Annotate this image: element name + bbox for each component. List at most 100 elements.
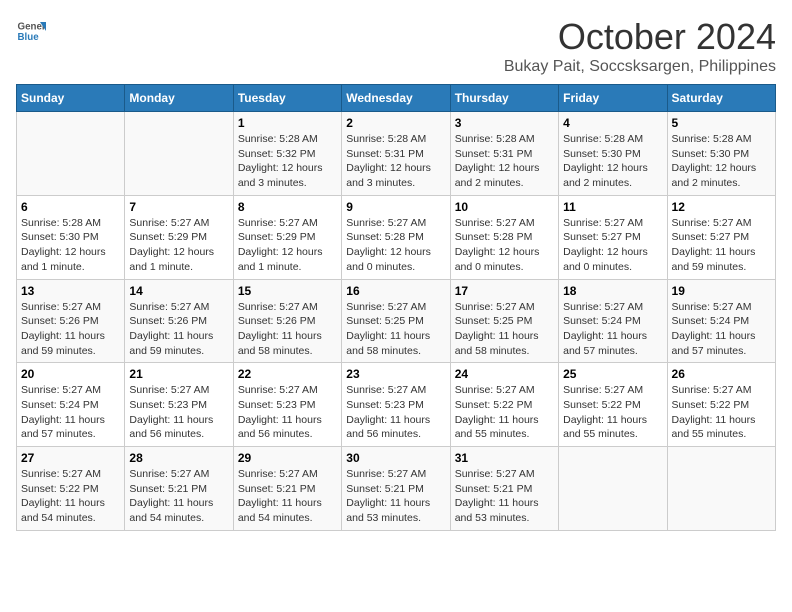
day-number: 29 (238, 451, 337, 465)
day-detail: Sunrise: 5:27 AM Sunset: 5:24 PM Dayligh… (21, 383, 120, 442)
calendar-cell: 21 Sunrise: 5:27 AM Sunset: 5:23 PM Dayli… (125, 363, 233, 447)
svg-text:Blue: Blue (18, 32, 40, 43)
calendar-cell: 17 Sunrise: 5:27 AM Sunset: 5:25 PM Dayli… (450, 279, 558, 363)
day-detail: Sunrise: 5:27 AM Sunset: 5:25 PM Dayligh… (346, 300, 445, 359)
calendar-cell: 27Sunrise: 5:27 AM Sunset: 5:22 PM Dayli… (17, 447, 125, 531)
calendar-cell: 26Sunrise: 5:27 AM Sunset: 5:22 PM Dayli… (667, 363, 775, 447)
day-detail: Sunrise: 5:27 AM Sunset: 5:21 PM Dayligh… (238, 467, 337, 526)
day-detail: Sunrise: 5:27 AM Sunset: 5:21 PM Dayligh… (346, 467, 445, 526)
day-detail: Sunrise: 5:27 AM Sunset: 5:28 PM Dayligh… (346, 216, 445, 275)
calendar-week-row: 27Sunrise: 5:27 AM Sunset: 5:22 PM Dayli… (17, 447, 776, 531)
day-number: 11 (563, 200, 662, 214)
calendar-cell: 3 Sunrise: 5:28 AM Sunset: 5:31 PM Daylig… (450, 112, 558, 196)
calendar-cell (559, 447, 667, 531)
day-detail: Sunrise: 5:27 AM Sunset: 5:27 PM Dayligh… (563, 216, 662, 275)
day-detail: Sunrise: 5:27 AM Sunset: 5:23 PM Dayligh… (346, 383, 445, 442)
day-detail: Sunrise: 5:27 AM Sunset: 5:26 PM Dayligh… (21, 300, 120, 359)
day-number: 31 (455, 451, 554, 465)
weekday-header-row: SundayMondayTuesdayWednesdayThursdayFrid… (17, 85, 776, 112)
logo: General Blue (16, 16, 46, 46)
logo-icon: General Blue (16, 16, 46, 46)
calendar-cell (17, 112, 125, 196)
day-number: 15 (238, 284, 337, 298)
day-detail: Sunrise: 5:27 AM Sunset: 5:25 PM Dayligh… (455, 300, 554, 359)
calendar-cell: 31Sunrise: 5:27 AM Sunset: 5:21 PM Dayli… (450, 447, 558, 531)
day-number: 13 (21, 284, 120, 298)
calendar-cell: 29 Sunrise: 5:27 AM Sunset: 5:21 PM Dayli… (233, 447, 341, 531)
weekday-header: Wednesday (342, 85, 450, 112)
weekday-header: Thursday (450, 85, 558, 112)
day-number: 17 (455, 284, 554, 298)
day-detail: Sunrise: 5:27 AM Sunset: 5:29 PM Dayligh… (238, 216, 337, 275)
calendar-week-row: 20 Sunrise: 5:27 AM Sunset: 5:24 PM Dayli… (17, 363, 776, 447)
day-number: 7 (129, 200, 228, 214)
calendar-table: SundayMondayTuesdayWednesdayThursdayFrid… (16, 84, 776, 531)
day-detail: Sunrise: 5:27 AM Sunset: 5:26 PM Dayligh… (238, 300, 337, 359)
day-detail: Sunrise: 5:28 AM Sunset: 5:30 PM Dayligh… (563, 132, 662, 191)
day-number: 21 (129, 367, 228, 381)
calendar-cell: 1 Sunrise: 5:28 AM Sunset: 5:32 PM Daylig… (233, 112, 341, 196)
calendar-cell: 22 Sunrise: 5:27 AM Sunset: 5:23 PM Dayli… (233, 363, 341, 447)
day-detail: Sunrise: 5:27 AM Sunset: 5:23 PM Dayligh… (129, 383, 228, 442)
day-number: 30 (346, 451, 445, 465)
day-detail: Sunrise: 5:27 AM Sunset: 5:24 PM Dayligh… (563, 300, 662, 359)
calendar-cell: 20 Sunrise: 5:27 AM Sunset: 5:24 PM Dayli… (17, 363, 125, 447)
day-number: 9 (346, 200, 445, 214)
day-number: 1 (238, 116, 337, 130)
day-detail: Sunrise: 5:28 AM Sunset: 5:30 PM Dayligh… (672, 132, 771, 191)
day-detail: Sunrise: 5:28 AM Sunset: 5:30 PM Dayligh… (21, 216, 120, 275)
day-number: 27 (21, 451, 120, 465)
weekday-header: Saturday (667, 85, 775, 112)
calendar-cell: 30 Sunrise: 5:27 AM Sunset: 5:21 PM Dayli… (342, 447, 450, 531)
weekday-header: Friday (559, 85, 667, 112)
day-number: 12 (672, 200, 771, 214)
day-number: 28 (129, 451, 228, 465)
calendar-cell: 8Sunrise: 5:27 AM Sunset: 5:29 PM Daylig… (233, 195, 341, 279)
calendar-cell: 13 Sunrise: 5:27 AM Sunset: 5:26 PM Dayli… (17, 279, 125, 363)
location-title: Bukay Pait, Soccsksargen, Philippines (504, 58, 776, 76)
day-number: 16 (346, 284, 445, 298)
calendar-week-row: 6 Sunrise: 5:28 AM Sunset: 5:30 PM Daylig… (17, 195, 776, 279)
day-number: 23 (346, 367, 445, 381)
day-number: 18 (563, 284, 662, 298)
calendar-cell: 15 Sunrise: 5:27 AM Sunset: 5:26 PM Dayli… (233, 279, 341, 363)
calendar-cell: 11 Sunrise: 5:27 AM Sunset: 5:27 PM Dayli… (559, 195, 667, 279)
day-number: 14 (129, 284, 228, 298)
calendar-cell: 9 Sunrise: 5:27 AM Sunset: 5:28 PM Daylig… (342, 195, 450, 279)
day-number: 19 (672, 284, 771, 298)
calendar-cell: 5 Sunrise: 5:28 AM Sunset: 5:30 PM Daylig… (667, 112, 775, 196)
calendar-cell: 25 Sunrise: 5:27 AM Sunset: 5:22 PM Dayli… (559, 363, 667, 447)
day-number: 25 (563, 367, 662, 381)
title-block: October 2024 Bukay Pait, Soccsksargen, P… (504, 16, 776, 76)
calendar-cell: 18 Sunrise: 5:27 AM Sunset: 5:24 PM Dayli… (559, 279, 667, 363)
calendar-cell: 2Sunrise: 5:28 AM Sunset: 5:31 PM Daylig… (342, 112, 450, 196)
calendar-cell: 4Sunrise: 5:28 AM Sunset: 5:30 PM Daylig… (559, 112, 667, 196)
calendar-cell: 12 Sunrise: 5:27 AM Sunset: 5:27 PM Dayli… (667, 195, 775, 279)
weekday-header: Tuesday (233, 85, 341, 112)
day-number: 6 (21, 200, 120, 214)
month-title: October 2024 (504, 16, 776, 58)
day-number: 20 (21, 367, 120, 381)
day-detail: Sunrise: 5:28 AM Sunset: 5:31 PM Dayligh… (455, 132, 554, 191)
day-detail: Sunrise: 5:27 AM Sunset: 5:21 PM Dayligh… (129, 467, 228, 526)
weekday-header: Monday (125, 85, 233, 112)
day-detail: Sunrise: 5:27 AM Sunset: 5:28 PM Dayligh… (455, 216, 554, 275)
calendar-cell: 6 Sunrise: 5:28 AM Sunset: 5:30 PM Daylig… (17, 195, 125, 279)
calendar-cell: 10Sunrise: 5:27 AM Sunset: 5:28 PM Dayli… (450, 195, 558, 279)
day-detail: Sunrise: 5:27 AM Sunset: 5:22 PM Dayligh… (672, 383, 771, 442)
weekday-header: Sunday (17, 85, 125, 112)
day-detail: Sunrise: 5:28 AM Sunset: 5:32 PM Dayligh… (238, 132, 337, 191)
day-number: 2 (346, 116, 445, 130)
calendar-cell: 24Sunrise: 5:27 AM Sunset: 5:22 PM Dayli… (450, 363, 558, 447)
day-number: 5 (672, 116, 771, 130)
day-detail: Sunrise: 5:27 AM Sunset: 5:23 PM Dayligh… (238, 383, 337, 442)
day-detail: Sunrise: 5:27 AM Sunset: 5:24 PM Dayligh… (672, 300, 771, 359)
day-detail: Sunrise: 5:27 AM Sunset: 5:29 PM Dayligh… (129, 216, 228, 275)
day-detail: Sunrise: 5:27 AM Sunset: 5:27 PM Dayligh… (672, 216, 771, 275)
calendar-cell: 14Sunrise: 5:27 AM Sunset: 5:26 PM Dayli… (125, 279, 233, 363)
calendar-week-row: 13 Sunrise: 5:27 AM Sunset: 5:26 PM Dayli… (17, 279, 776, 363)
day-number: 3 (455, 116, 554, 130)
day-number: 22 (238, 367, 337, 381)
calendar-cell: 23 Sunrise: 5:27 AM Sunset: 5:23 PM Dayli… (342, 363, 450, 447)
day-detail: Sunrise: 5:27 AM Sunset: 5:22 PM Dayligh… (563, 383, 662, 442)
